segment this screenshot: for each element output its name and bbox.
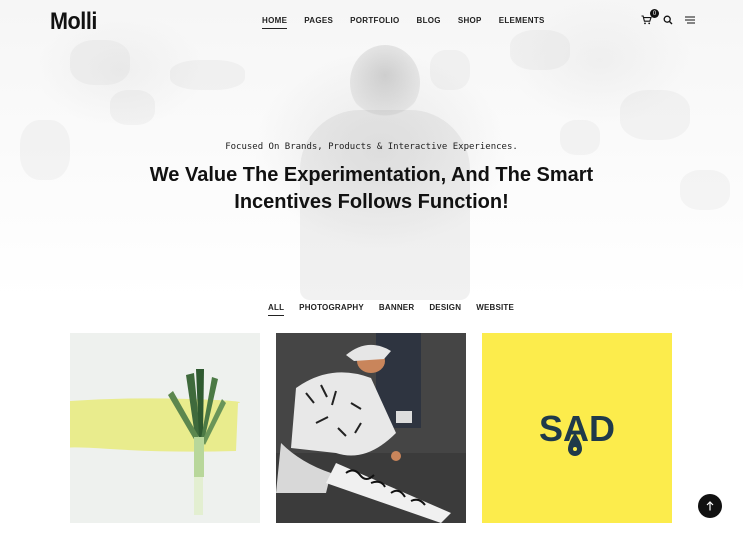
hero-title-line-1: We Value The Experimentation, And The Sm… [149, 164, 594, 186]
gallery-item-sad-logo[interactable]: SAD [482, 333, 672, 523]
hamburger-menu-icon [685, 16, 695, 24]
back-to-top-button[interactable] [698, 494, 722, 518]
hero-subtitle: Focused On Brands, Products & Interactiv… [225, 142, 518, 152]
gallery-item-leek[interactable] [70, 333, 260, 523]
portfolio-filters: ALL PHOTOGRAPHY BANNER DESIGN WEBSITE [268, 303, 514, 316]
leek-image [70, 333, 260, 523]
nav-item-pages[interactable]: PAGES [304, 16, 333, 29]
site-header: Molli HOME PAGES PORTFOLIO BLOG SHOP ELE… [0, 0, 743, 44]
nav-item-shop[interactable]: SHOP [458, 16, 482, 29]
gallery-item-artist[interactable] [276, 333, 466, 523]
nav-item-elements[interactable]: ELEMENTS [499, 16, 545, 29]
menu-button[interactable] [684, 14, 696, 26]
filter-website[interactable]: WEBSITE [476, 303, 514, 316]
nav-item-blog[interactable]: BLOG [417, 16, 441, 29]
hero-person-head [350, 45, 420, 120]
filter-all[interactable]: ALL [268, 303, 285, 316]
search-button[interactable] [662, 14, 674, 26]
arrow-up-icon [706, 501, 714, 511]
artist-image [276, 333, 466, 523]
cart-button[interactable]: 0 [640, 9, 659, 26]
main-nav: HOME PAGES PORTFOLIO BLOG SHOP ELEMENTS [262, 16, 545, 29]
nav-item-home[interactable]: HOME [262, 16, 288, 29]
header-icons: 0 [640, 9, 696, 26]
nav-item-portfolio[interactable]: PORTFOLIO [350, 16, 399, 29]
filter-banner[interactable]: BANNER [379, 303, 414, 316]
cart-icon [641, 15, 652, 25]
hero-title: We Value The Experimentation, And The Sm… [0, 162, 743, 216]
sad-logo-image: SAD [482, 333, 672, 523]
filter-photography[interactable]: PHOTOGRAPHY [299, 303, 364, 316]
site-logo[interactable]: Molli [50, 8, 97, 36]
search-icon [663, 15, 673, 25]
filter-design[interactable]: DESIGN [429, 303, 461, 316]
cart-count-badge: 0 [650, 9, 659, 18]
hero-title-line-2: Incentives Follows Function! [234, 191, 509, 213]
